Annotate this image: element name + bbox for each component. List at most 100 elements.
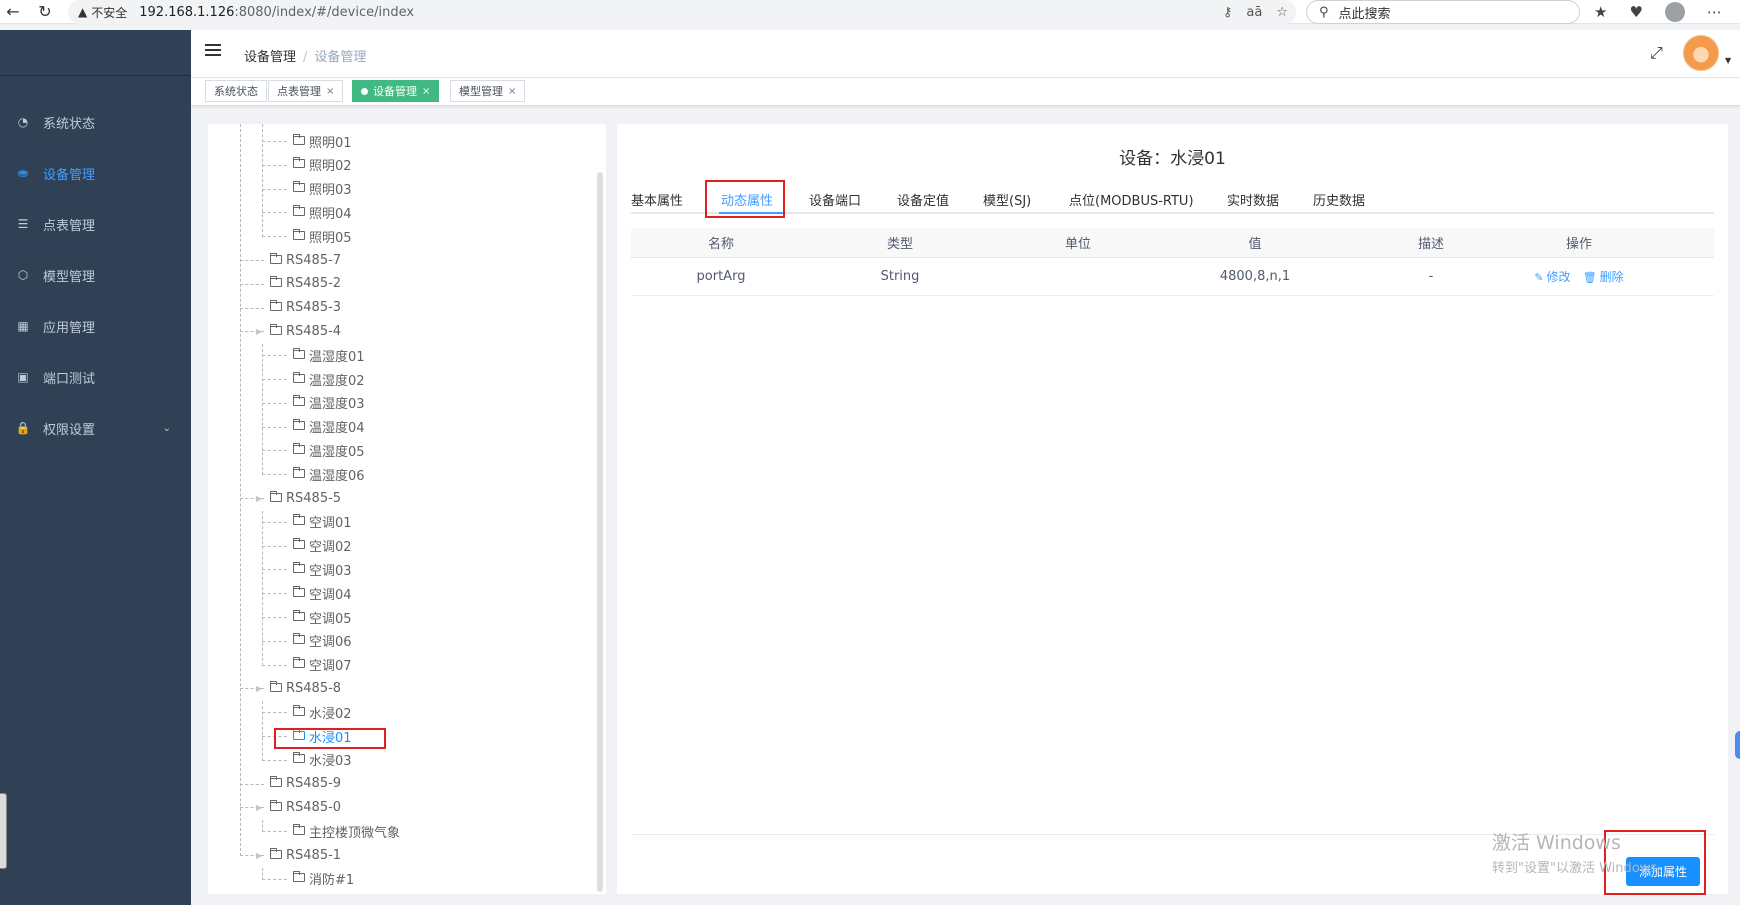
performance-icon[interactable]: ♥	[1629, 3, 1642, 21]
expand-arrow-icon[interactable]: ▶	[256, 803, 262, 812]
tree-node[interactable]: 照明01	[293, 130, 352, 152]
avatar[interactable]	[1683, 35, 1719, 71]
cell-actions: ✎ 修改 🗑 删除	[1519, 268, 1639, 285]
tree-connector	[262, 867, 263, 880]
tree-node-label: RS485-8	[286, 680, 342, 696]
tag-model[interactable]: 模型管理 ×	[450, 80, 526, 102]
tree-node[interactable]: 空调04	[293, 582, 352, 604]
folder-icon	[293, 133, 305, 145]
tree-node[interactable]: ▶ RS485-1	[256, 844, 342, 866]
tree-node[interactable]: 温湿度04	[293, 416, 365, 438]
tree-node[interactable]: ▶ RS485-0	[256, 796, 341, 818]
tree-node[interactable]: 空调06	[293, 630, 352, 652]
tree-node[interactable]: 空调03	[293, 558, 352, 580]
browser-search-box[interactable]: ⚲ 点此搜索	[1306, 0, 1580, 24]
tree-node[interactable]: ▶ RS485-4	[256, 320, 341, 342]
tree-node[interactable]: RS485-9	[270, 773, 341, 795]
tree-node[interactable]: 空调01	[293, 511, 352, 533]
tree-node[interactable]: RS485-7	[270, 249, 341, 271]
tree-node[interactable]: 空调02	[293, 535, 352, 557]
tree-node[interactable]: RS485-2	[270, 273, 341, 295]
tree-node-label: 温湿度06	[309, 468, 365, 484]
tree-node[interactable]: ▶ RS485-8	[256, 677, 342, 699]
tree-node[interactable]: 消防#1	[293, 868, 354, 890]
tab-history-data[interactable]: 历史数据	[1313, 184, 1365, 214]
breadcrumb-item[interactable]: 设备管理	[244, 50, 296, 65]
tag-device-management[interactable]: 设备管理 ×	[352, 80, 440, 102]
tree-node[interactable]: 照明04	[293, 201, 352, 223]
tree-node[interactable]: 温湿度01	[293, 344, 365, 366]
tree-scrollbar[interactable]	[597, 172, 603, 892]
table-row: portArg String 4800,8,n,1 - ✎ 修改 🗑 删除	[631, 258, 1714, 296]
folder-icon	[293, 181, 305, 193]
sidebar-item-model[interactable]: ⬡ 模型管理	[0, 255, 191, 295]
port-icon: ▣	[17, 370, 29, 384]
tree-node[interactable]: RS485-3	[270, 297, 341, 319]
folder-icon	[293, 871, 305, 883]
fullscreen-icon[interactable]: ⤢	[1650, 43, 1663, 63]
sidebar-item-port-test[interactable]: ▣ 端口测试	[0, 357, 191, 397]
search-placeholder: 点此搜索	[1338, 6, 1391, 22]
tree-node[interactable]: 温湿度06	[293, 463, 365, 485]
tree-node[interactable]: 水浸02	[293, 701, 352, 723]
side-drawer-handle[interactable]	[0, 793, 7, 869]
tab-model[interactable]: 模型(SJ)	[983, 184, 1031, 214]
tree-node[interactable]: 空调05	[293, 606, 352, 628]
caret-down-icon[interactable]: ▼	[1725, 56, 1731, 65]
key-icon[interactable]: ⚷	[1223, 5, 1233, 20]
tree-node[interactable]: 温湿度02	[293, 368, 365, 390]
profile-icon[interactable]	[1664, 2, 1685, 22]
expand-arrow-icon[interactable]: ▶	[256, 494, 262, 503]
hamburger-icon[interactable]	[205, 44, 221, 58]
sidebar-item-permissions[interactable]: 🔒 权限设置 ⌄	[0, 408, 191, 448]
tab-realtime-data[interactable]: 实时数据	[1227, 184, 1279, 214]
close-icon[interactable]: ×	[422, 86, 430, 97]
read-aloud-icon[interactable]: aā	[1246, 5, 1262, 20]
tree-node[interactable]: 主控楼顶微气象	[293, 820, 400, 842]
tag-label: 模型管理	[459, 85, 503, 98]
sidebar-item-system-status[interactable]: ◔ 系统状态	[0, 102, 191, 142]
back-icon[interactable]: ←	[0, 0, 26, 24]
tree-node[interactable]: 照明02	[293, 154, 352, 176]
tree-node[interactable]: 空调07	[293, 654, 352, 676]
expand-arrow-icon[interactable]: ▶	[256, 684, 262, 693]
expand-arrow-icon[interactable]: ▶	[256, 327, 262, 336]
address-bar[interactable]: ▲ 不安全 192.168.1.126:8080/index/#/device/…	[68, 0, 1296, 24]
edit-button[interactable]: ✎ 修改	[1534, 270, 1570, 284]
column-header: 操作	[1565, 237, 1592, 252]
tree-node[interactable]: ▶ RS485-5	[256, 487, 341, 509]
tab-basic-properties[interactable]: 基本属性	[631, 184, 683, 214]
tree-node[interactable]: 照明05	[293, 225, 352, 247]
folder-icon	[270, 276, 282, 288]
tree-node[interactable]: 温湿度03	[293, 392, 365, 414]
close-icon[interactable]: ×	[508, 86, 516, 97]
tag-system-status[interactable]: 系统状态	[205, 80, 267, 102]
reload-icon[interactable]: ↻	[32, 0, 58, 24]
expand-arrow-icon[interactable]: ▶	[256, 851, 262, 860]
close-icon[interactable]: ×	[326, 86, 334, 97]
sidebar: ◔ 系统状态 ⛂ 设备管理 ☰ 点表管理 ⬡ 模型管理 ▦ 应用管理 ▣ 端口测…	[0, 30, 191, 905]
tab-device-setpoint[interactable]: 设备定值	[897, 184, 949, 214]
favorite-star-icon[interactable]: ☆	[1276, 5, 1288, 20]
tab-points[interactable]: 点位(MODBUS-RTU)	[1069, 184, 1194, 214]
sidebar-item-point-table[interactable]: ☰ 点表管理	[0, 204, 191, 244]
delete-button[interactable]: 🗑 删除	[1583, 270, 1624, 284]
tag-point-table[interactable]: 点表管理 ×	[268, 80, 344, 102]
sidebar-item-label: 应用管理	[43, 320, 96, 336]
sidebar-item-device-management[interactable]: ⛂ 设备管理	[0, 153, 191, 193]
tree-node[interactable]: 照明03	[293, 178, 352, 200]
floating-assistant-icon[interactable]	[1735, 731, 1740, 759]
folder-icon	[270, 300, 282, 312]
tree-node[interactable]: 温湿度05	[293, 439, 365, 461]
edit-icon: ✎	[1534, 271, 1544, 284]
more-icon[interactable]: ⋯	[1707, 3, 1722, 21]
favorites-icon[interactable]: ★	[1594, 3, 1607, 21]
tree-node[interactable]: 水浸03	[293, 749, 352, 771]
tree-node-label: RS485-2	[286, 276, 342, 292]
tree-node-label: RS485-1	[286, 847, 342, 863]
sidebar-item-apps[interactable]: ▦ 应用管理	[0, 306, 191, 346]
active-dot-icon	[361, 87, 368, 95]
url-path: :8080/index/#/device/index	[234, 4, 415, 20]
tab-device-port[interactable]: 设备端口	[809, 184, 861, 214]
folder-icon	[293, 204, 305, 216]
